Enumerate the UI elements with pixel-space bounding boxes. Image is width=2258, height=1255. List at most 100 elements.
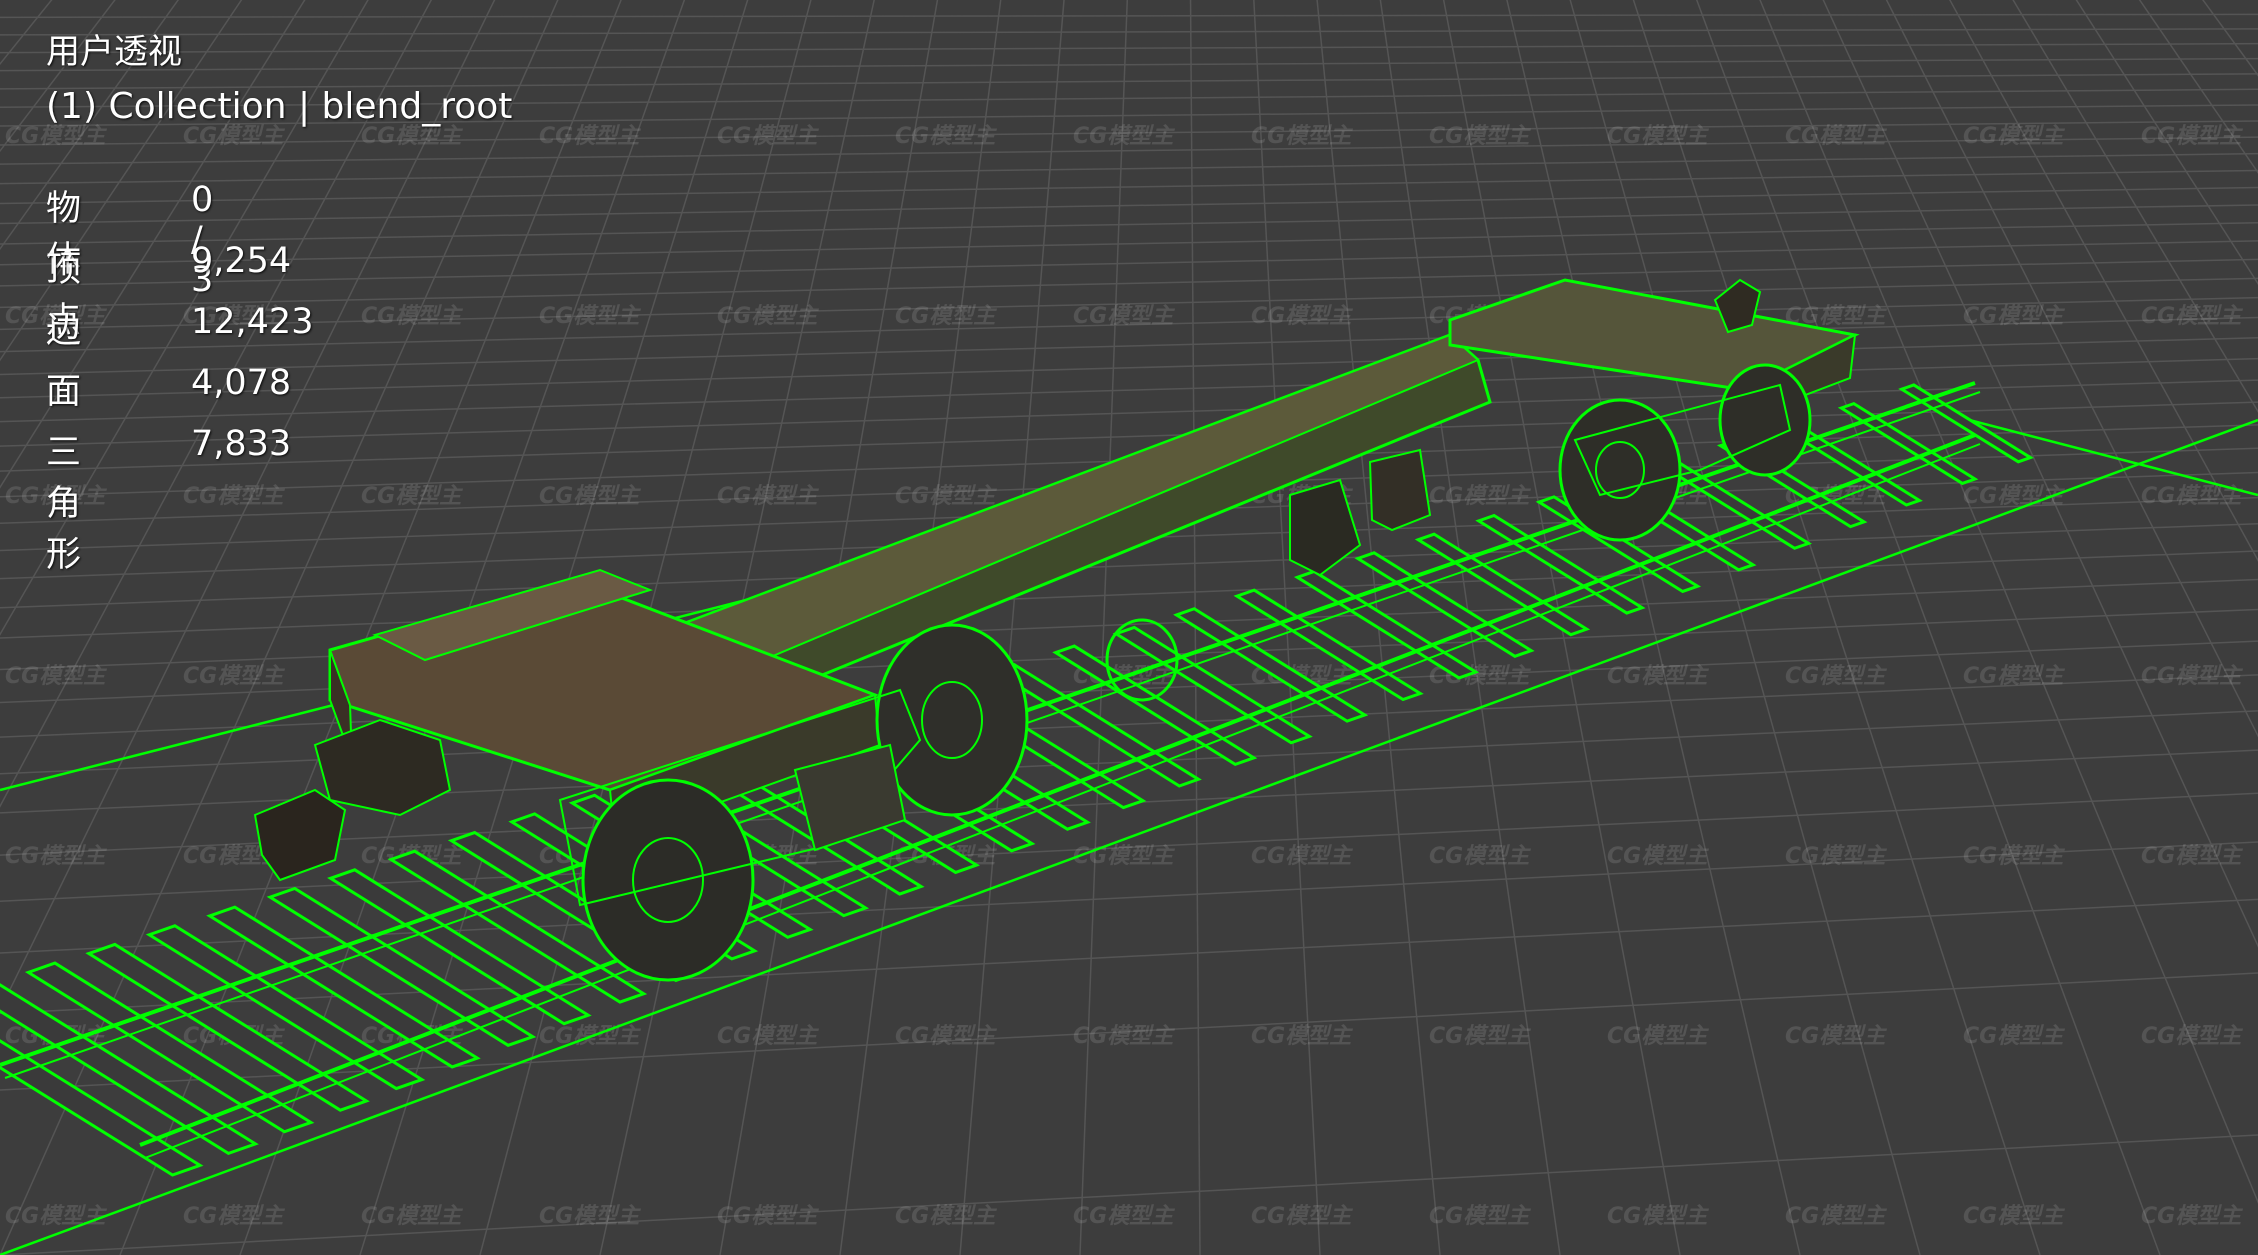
- grid-line: [0, 28, 2258, 36]
- 3d-viewport[interactable]: CG模型主 CG模型主 CG模型主 CG模型主 CG模型主 CG模型主 CG模型主 CG模型主…: [0, 0, 2258, 1255]
- watermark-text: CG模型主: [539, 124, 641, 149]
- grid-line: [0, 221, 2258, 266]
- rear-bogie-wheel-b[interactable]: [1718, 363, 1812, 477]
- watermark-text: CG模型主: [895, 124, 997, 149]
- watermark-text: CG模型主: [1607, 124, 1709, 149]
- watermark-text: CG模型主: [5, 844, 107, 869]
- grid-line: [1180, 0, 2258, 1255]
- view-name-label: 用户透视: [46, 32, 182, 72]
- watermark-text: CG模型主: [895, 1024, 997, 1049]
- grid-line: [1180, 0, 2258, 1255]
- watermark-text: CG模型主: [895, 1204, 997, 1229]
- grid-line: [1885, 0, 2258, 738]
- watermark-text: CG模型主: [1785, 844, 1887, 869]
- grid-line: [1180, 0, 2258, 1255]
- stat-value: 0 / 3: [191, 180, 214, 300]
- watermark-text: CG模型主: [1429, 1204, 1531, 1229]
- rear-bogie-wheel-a[interactable]: [1558, 398, 1682, 542]
- watermark-text: CG模型主: [183, 124, 285, 149]
- watermark-text: CG模型主: [717, 1024, 819, 1049]
- grid-line: [0, 42, 2258, 54]
- grid-line: [1180, 0, 2258, 1255]
- grid-line: [0, 258, 2258, 309]
- grid-line: [0, 186, 2258, 225]
- watermark-text: CG模型主: [1785, 1024, 1887, 1049]
- watermark-text: CG模型主: [1429, 844, 1531, 869]
- watermark-text: CG模型主: [1963, 664, 2065, 689]
- grid-line: [1180, 0, 2258, 1255]
- watermark-text: CG模型主: [361, 1204, 463, 1229]
- watermark-text: CG模型主: [717, 1204, 819, 1229]
- watermark-text: CG模型主: [183, 484, 285, 509]
- watermark-text: CG模型主: [5, 124, 107, 149]
- grid-line: [1180, 0, 2258, 1255]
- grid-line: [1180, 0, 2258, 1255]
- grid-line: [2138, 0, 2258, 174]
- grid-line: [0, 152, 2258, 185]
- watermark-text: CG模型主: [1073, 304, 1175, 329]
- grid-line: [1695, 0, 2161, 1255]
- watermark-text: CG模型主: [1429, 484, 1531, 509]
- watermark-text: CG模型主: [361, 304, 463, 329]
- grid-line: [2075, 0, 2258, 285]
- watermark-text: CG模型主: [717, 304, 819, 329]
- collection-label: (1) Collection | blend_root: [46, 86, 513, 127]
- watermark-text: CG模型主: [1785, 1204, 1887, 1229]
- watermark-text: CG模型主: [183, 664, 285, 689]
- grid-line: [1180, 0, 2258, 1255]
- grid-line: [2202, 0, 2258, 77]
- grid-line: [1180, 0, 2258, 1255]
- watermark-text: CG模型主: [539, 484, 641, 509]
- watermark-text: CG模型主: [895, 484, 997, 509]
- watermark-text: CG模型主: [361, 484, 463, 509]
- stat-value: 4,078: [191, 363, 292, 403]
- grid-line: [1822, 0, 2258, 948]
- watermark-text: CG模型主: [895, 304, 997, 329]
- stat-value: 7,833: [191, 424, 292, 464]
- grid-line: [1180, 0, 2258, 1255]
- grid-line: [0, 169, 2258, 205]
- watermark-text: CG模型主: [361, 124, 463, 149]
- grid-line: [1180, 0, 2258, 1255]
- grid-line: [0, 240, 2258, 287]
- grid-line: [1180, 0, 2258, 1255]
- grid-line: [1180, 0, 2258, 1255]
- watermark-text: CG模型主: [2141, 1204, 2243, 1229]
- watermark-text: CG模型主: [1251, 1204, 1353, 1229]
- watermark-text: CG模型主: [1607, 844, 1709, 869]
- watermark-text: CG模型主: [2141, 124, 2243, 149]
- watermark-text: CG模型主: [1785, 124, 1887, 149]
- watermark-text: CG模型主: [1251, 304, 1353, 329]
- front-bogie-wheel-a[interactable]: [875, 623, 1029, 817]
- grid-line: [1180, 0, 2258, 1255]
- stat-label: 三角形: [46, 433, 82, 575]
- watermark-text: CG模型主: [1963, 844, 2065, 869]
- watermark-text: CG模型主: [1251, 844, 1353, 869]
- grid-line: [1949, 0, 2258, 562]
- watermark-text: CG模型主: [2141, 304, 2243, 329]
- watermark-text: CG模型主: [1607, 1024, 1709, 1049]
- grid-line: [0, 13, 2258, 19]
- watermark-text: CG模型主: [1073, 844, 1175, 869]
- watermark-text: CG模型主: [5, 664, 107, 689]
- front-coupler[interactable]: [313, 718, 452, 817]
- watermark-text: CG模型主: [539, 1204, 641, 1229]
- watermark-text: CG模型主: [2141, 664, 2243, 689]
- grid-line: [1180, 0, 2258, 1255]
- grid-line: [2012, 0, 2258, 413]
- grid-line: [1180, 0, 2258, 1255]
- front-bogie-wheel-b[interactable]: [581, 778, 755, 982]
- brake-box: [1368, 448, 1432, 532]
- grid-line: [1180, 0, 2258, 1255]
- watermark-text: CG模型主: [1963, 1024, 2065, 1049]
- watermark-text: CG模型主: [1963, 1204, 2065, 1229]
- watermark-text: CG模型主: [1607, 664, 1709, 689]
- watermark-text: CG模型主: [183, 1204, 285, 1229]
- viewport-scene[interactable]: CG模型主 CG模型主 CG模型主 CG模型主 CG模型主 CG模型主 CG模型主 CG模型主…: [0, 0, 2258, 1255]
- watermark-text: CG模型主: [1251, 1024, 1353, 1049]
- watermark-text: CG模型主: [2141, 844, 2243, 869]
- grid-line: [0, 1134, 2258, 1255]
- stat-value: 9,254: [191, 241, 292, 281]
- grid-line: [1180, 0, 2258, 1255]
- grid-line: [1180, 0, 2258, 1255]
